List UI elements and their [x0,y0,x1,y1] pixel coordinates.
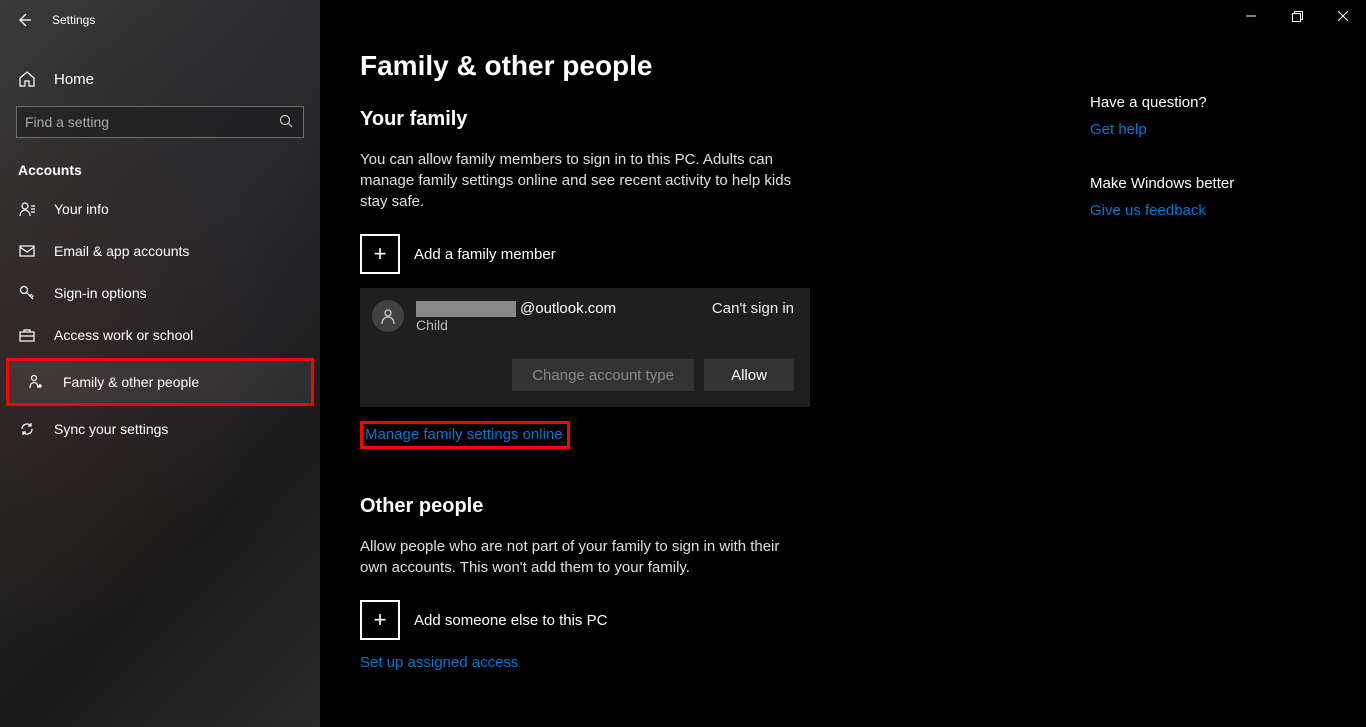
manage-family-link[interactable]: Manage family settings online [365,426,563,443]
page-title: Family & other people [360,50,1030,82]
family-heading: Your family [360,108,1030,131]
sidebar-item-label: Your info [54,201,109,217]
member-email: @outlook.com [416,300,700,317]
allow-button[interactable]: Allow [704,359,794,391]
sidebar-item-label: Access work or school [54,327,193,343]
add-other-person-button[interactable]: + Add someone else to this PC [360,600,1030,640]
have-question-heading: Have a question? [1090,94,1350,111]
person-icon [18,200,36,218]
home-icon [18,70,36,88]
make-better-heading: Make Windows better [1090,175,1350,192]
sidebar-item-label: Sync your settings [54,421,168,437]
main-area: Family & other people Your family You ca… [320,0,1366,727]
family-member-card[interactable]: @outlook.com Child Can't sign in Change … [360,288,810,407]
maximize-button[interactable] [1274,0,1320,32]
get-help-link[interactable]: Get help [1090,121,1147,138]
minimize-icon [1246,11,1256,21]
titlebar-left: Settings [0,0,320,40]
window-controls [1228,0,1366,32]
other-people-description: Allow people who are not part of your fa… [360,536,800,578]
sidebar-item-family[interactable]: Family & other people [9,361,311,403]
sidebar: Settings Home Accounts Your info Email &… [0,0,320,727]
arrow-left-icon [16,12,32,28]
sidebar-item-label: Family & other people [63,374,199,390]
nav-home[interactable]: Home [0,58,320,100]
key-icon [18,284,36,302]
person-icon [379,307,397,325]
briefcase-icon [18,326,36,344]
feedback-link[interactable]: Give us feedback [1090,202,1206,219]
highlight-box-family: Family & other people [6,358,314,406]
change-account-type-button: Change account type [512,359,694,391]
family-icon [27,373,45,391]
member-email-suffix: @outlook.com [520,300,616,317]
mail-icon [18,242,36,260]
sidebar-item-email[interactable]: Email & app accounts [0,230,320,272]
other-people-heading: Other people [360,495,1030,518]
search-box[interactable] [16,106,304,138]
category-header: Accounts [0,138,320,188]
sidebar-item-label: Sign-in options [54,285,147,301]
add-family-label: Add a family member [414,246,556,263]
minimize-button[interactable] [1228,0,1274,32]
close-icon [1338,11,1348,21]
search-icon [279,114,295,130]
member-status: Can't sign in [712,300,794,317]
app-title: Settings [52,13,95,27]
sync-icon [18,420,36,438]
setup-assigned-access-link[interactable]: Set up assigned access [360,654,1030,671]
avatar [372,300,404,332]
family-description: You can allow family members to sign in … [360,149,800,212]
search-input[interactable] [25,114,279,130]
sidebar-item-sync[interactable]: Sync your settings [0,408,320,450]
member-role: Child [416,317,700,333]
back-button[interactable] [14,10,34,30]
sidebar-item-signin[interactable]: Sign-in options [0,272,320,314]
highlight-box-manage-link: Manage family settings online [360,421,570,449]
sidebar-item-label: Email & app accounts [54,243,189,259]
sidebar-item-work[interactable]: Access work or school [0,314,320,356]
plus-icon: + [360,234,400,274]
redacted-text [416,301,516,317]
add-family-member-button[interactable]: + Add a family member [360,234,1030,274]
add-other-label: Add someone else to this PC [414,612,607,629]
close-button[interactable] [1320,0,1366,32]
sidebar-item-your-info[interactable]: Your info [0,188,320,230]
maximize-icon [1292,11,1303,22]
plus-icon: + [360,600,400,640]
home-label: Home [54,71,94,88]
